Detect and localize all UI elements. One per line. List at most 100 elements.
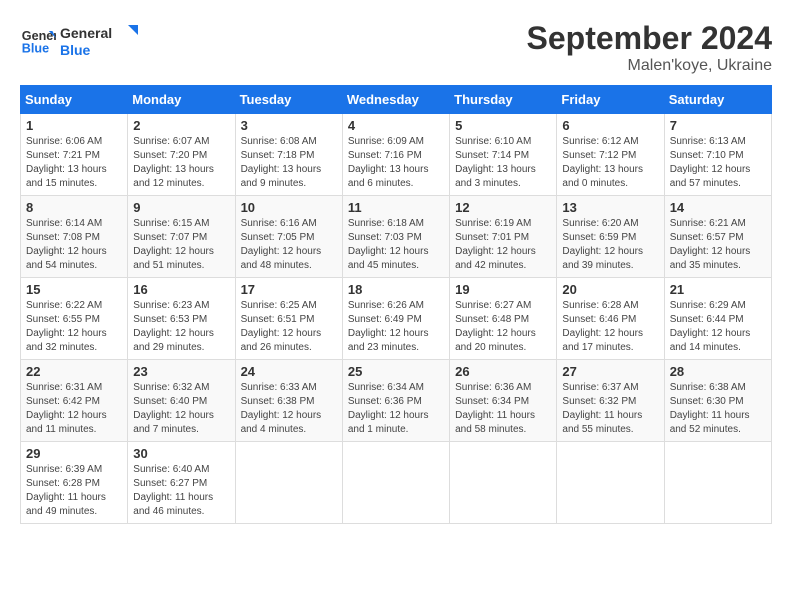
day-info: Sunrise: 6:12 AM Sunset: 7:12 PM Dayligh… [562, 135, 658, 191]
day-info: Sunrise: 6:36 AM Sunset: 6:34 PM Dayligh… [455, 381, 551, 437]
sunset-text: Sunset: 6:28 PM [26, 478, 100, 489]
title-block: September 2024 Malen'koye, Ukraine [527, 20, 772, 75]
day-number: 12 [455, 200, 551, 215]
sunrise-text: Sunrise: 6:23 AM [133, 300, 209, 311]
day-info: Sunrise: 6:19 AM Sunset: 7:01 PM Dayligh… [455, 217, 551, 273]
daylight-text: Daylight: 13 hours and 9 minutes. [241, 164, 322, 189]
sunrise-text: Sunrise: 6:16 AM [241, 218, 317, 229]
day-info: Sunrise: 6:06 AM Sunset: 7:21 PM Dayligh… [26, 135, 122, 191]
day-info: Sunrise: 6:16 AM Sunset: 7:05 PM Dayligh… [241, 217, 337, 273]
day-number: 21 [670, 282, 766, 297]
day-number: 8 [26, 200, 122, 215]
daylight-text: Daylight: 11 hours and 58 minutes. [455, 410, 535, 435]
sunset-text: Sunset: 7:07 PM [133, 232, 207, 243]
daylight-text: Daylight: 12 hours and 39 minutes. [562, 246, 643, 271]
day-info: Sunrise: 6:20 AM Sunset: 6:59 PM Dayligh… [562, 217, 658, 273]
daylight-text: Daylight: 12 hours and 17 minutes. [562, 328, 643, 353]
sunset-text: Sunset: 6:38 PM [241, 396, 315, 407]
weekday-header: Sunday [21, 86, 128, 114]
daylight-text: Daylight: 12 hours and 35 minutes. [670, 246, 751, 271]
weekday-header: Wednesday [342, 86, 449, 114]
weekday-header: Thursday [450, 86, 557, 114]
sunrise-text: Sunrise: 6:31 AM [26, 382, 102, 393]
sunrise-text: Sunrise: 6:10 AM [455, 136, 531, 147]
sunrise-text: Sunrise: 6:38 AM [670, 382, 746, 393]
daylight-text: Daylight: 12 hours and 45 minutes. [348, 246, 429, 271]
weekday-header-row: SundayMondayTuesdayWednesdayThursdayFrid… [21, 86, 772, 114]
svg-text:Blue: Blue [60, 42, 91, 58]
sunrise-text: Sunrise: 6:13 AM [670, 136, 746, 147]
day-info: Sunrise: 6:08 AM Sunset: 7:18 PM Dayligh… [241, 135, 337, 191]
calendar-day-cell: 26 Sunrise: 6:36 AM Sunset: 6:34 PM Dayl… [450, 360, 557, 442]
day-number: 4 [348, 118, 444, 133]
sunset-text: Sunset: 7:05 PM [241, 232, 315, 243]
day-number: 23 [133, 364, 229, 379]
calendar-day-cell: 3 Sunrise: 6:08 AM Sunset: 7:18 PM Dayli… [235, 114, 342, 196]
calendar-day-cell: 8 Sunrise: 6:14 AM Sunset: 7:08 PM Dayli… [21, 196, 128, 278]
day-number: 26 [455, 364, 551, 379]
day-info: Sunrise: 6:39 AM Sunset: 6:28 PM Dayligh… [26, 463, 122, 519]
sunrise-text: Sunrise: 6:40 AM [133, 464, 209, 475]
day-info: Sunrise: 6:38 AM Sunset: 6:30 PM Dayligh… [670, 381, 766, 437]
sunset-text: Sunset: 6:40 PM [133, 396, 207, 407]
day-info: Sunrise: 6:28 AM Sunset: 6:46 PM Dayligh… [562, 299, 658, 355]
sunset-text: Sunset: 7:12 PM [562, 150, 636, 161]
day-number: 19 [455, 282, 551, 297]
calendar-day-cell: 18 Sunrise: 6:26 AM Sunset: 6:49 PM Dayl… [342, 278, 449, 360]
day-info: Sunrise: 6:23 AM Sunset: 6:53 PM Dayligh… [133, 299, 229, 355]
daylight-text: Daylight: 12 hours and 29 minutes. [133, 328, 214, 353]
calendar-day-cell: 14 Sunrise: 6:21 AM Sunset: 6:57 PM Dayl… [664, 196, 771, 278]
sunrise-text: Sunrise: 6:39 AM [26, 464, 102, 475]
weekday-header: Tuesday [235, 86, 342, 114]
sunrise-text: Sunrise: 6:22 AM [26, 300, 102, 311]
calendar-day-cell: 23 Sunrise: 6:32 AM Sunset: 6:40 PM Dayl… [128, 360, 235, 442]
sunset-text: Sunset: 7:16 PM [348, 150, 422, 161]
day-number: 5 [455, 118, 551, 133]
daylight-text: Daylight: 12 hours and 48 minutes. [241, 246, 322, 271]
daylight-text: Daylight: 12 hours and 32 minutes. [26, 328, 107, 353]
calendar-day-cell: 1 Sunrise: 6:06 AM Sunset: 7:21 PM Dayli… [21, 114, 128, 196]
day-info: Sunrise: 6:29 AM Sunset: 6:44 PM Dayligh… [670, 299, 766, 355]
sunrise-text: Sunrise: 6:36 AM [455, 382, 531, 393]
calendar-day-cell: 10 Sunrise: 6:16 AM Sunset: 7:05 PM Dayl… [235, 196, 342, 278]
daylight-text: Daylight: 13 hours and 15 minutes. [26, 164, 107, 189]
calendar-day-cell: 9 Sunrise: 6:15 AM Sunset: 7:07 PM Dayli… [128, 196, 235, 278]
sunset-text: Sunset: 6:27 PM [133, 478, 207, 489]
sunrise-text: Sunrise: 6:34 AM [348, 382, 424, 393]
calendar-day-cell: 22 Sunrise: 6:31 AM Sunset: 6:42 PM Dayl… [21, 360, 128, 442]
daylight-text: Daylight: 13 hours and 3 minutes. [455, 164, 536, 189]
day-info: Sunrise: 6:18 AM Sunset: 7:03 PM Dayligh… [348, 217, 444, 273]
day-info: Sunrise: 6:22 AM Sunset: 6:55 PM Dayligh… [26, 299, 122, 355]
day-number: 14 [670, 200, 766, 215]
daylight-text: Daylight: 12 hours and 7 minutes. [133, 410, 214, 435]
sunrise-text: Sunrise: 6:15 AM [133, 218, 209, 229]
page-header: General Blue General Blue September 2024… [20, 20, 772, 75]
calendar-day-cell: 21 Sunrise: 6:29 AM Sunset: 6:44 PM Dayl… [664, 278, 771, 360]
daylight-text: Daylight: 12 hours and 26 minutes. [241, 328, 322, 353]
sunset-text: Sunset: 6:30 PM [670, 396, 744, 407]
calendar-week-row: 8 Sunrise: 6:14 AM Sunset: 7:08 PM Dayli… [21, 196, 772, 278]
sunrise-text: Sunrise: 6:27 AM [455, 300, 531, 311]
day-number: 28 [670, 364, 766, 379]
day-number: 30 [133, 446, 229, 461]
sunrise-text: Sunrise: 6:33 AM [241, 382, 317, 393]
sunset-text: Sunset: 6:46 PM [562, 314, 636, 325]
calendar-day-cell: 25 Sunrise: 6:34 AM Sunset: 6:36 PM Dayl… [342, 360, 449, 442]
svg-text:General: General [60, 25, 112, 41]
day-number: 17 [241, 282, 337, 297]
sunset-text: Sunset: 7:20 PM [133, 150, 207, 161]
calendar-day-cell: 20 Sunrise: 6:28 AM Sunset: 6:46 PM Dayl… [557, 278, 664, 360]
sunset-text: Sunset: 7:18 PM [241, 150, 315, 161]
sunrise-text: Sunrise: 6:12 AM [562, 136, 638, 147]
day-number: 22 [26, 364, 122, 379]
daylight-text: Daylight: 12 hours and 57 minutes. [670, 164, 751, 189]
day-info: Sunrise: 6:09 AM Sunset: 7:16 PM Dayligh… [348, 135, 444, 191]
day-number: 9 [133, 200, 229, 215]
calendar-day-cell: 27 Sunrise: 6:37 AM Sunset: 6:32 PM Dayl… [557, 360, 664, 442]
logo: General Blue General Blue [20, 20, 140, 60]
day-number: 1 [26, 118, 122, 133]
sunrise-text: Sunrise: 6:08 AM [241, 136, 317, 147]
sunrise-text: Sunrise: 6:20 AM [562, 218, 638, 229]
day-number: 16 [133, 282, 229, 297]
sunrise-text: Sunrise: 6:09 AM [348, 136, 424, 147]
